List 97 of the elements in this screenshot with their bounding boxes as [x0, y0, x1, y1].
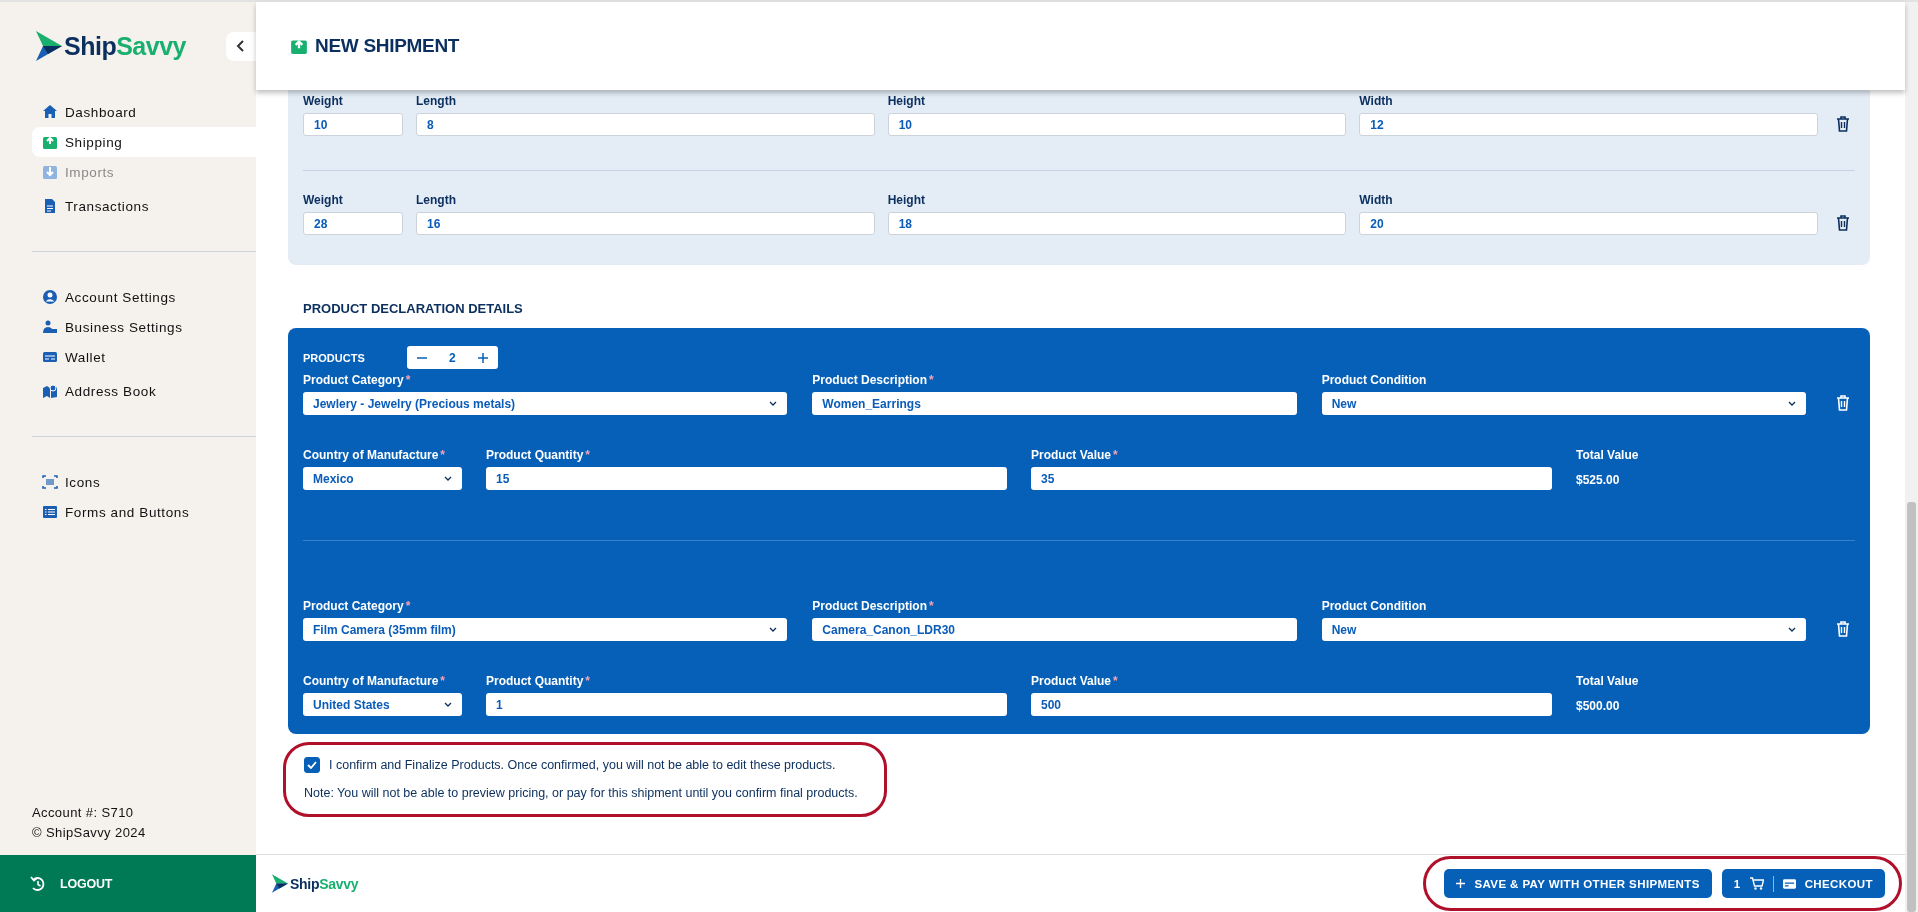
chevron-down-icon — [1788, 401, 1796, 406]
chevron-down-icon — [444, 476, 452, 481]
field-label: Weight — [303, 193, 344, 207]
products-label: PRODUCTS — [303, 351, 365, 364]
dropdown[interactable]: Jewlery - Jewelry (Precious metals) — [303, 392, 788, 415]
nav-item[interactable]: Shipping — [32, 127, 256, 157]
plus-icon[interactable] — [477, 352, 488, 363]
nav-item[interactable]: Address Book — [32, 376, 256, 406]
chevron-down-icon — [769, 627, 778, 632]
total-label: Total Value — [1576, 448, 1640, 462]
text-field[interactable]: 8 — [416, 113, 875, 136]
field-label: Width — [1359, 193, 1394, 207]
logo-text: ShipSavvy — [64, 31, 186, 61]
logo-text: ShipSavvy — [290, 875, 359, 892]
logo-mark-icon — [36, 31, 62, 61]
dropdown[interactable]: New — [1321, 618, 1806, 641]
dropdown[interactable]: Mexico — [303, 467, 462, 490]
collapse-button[interactable] — [226, 31, 256, 61]
text-field[interactable]: 20 — [1359, 212, 1818, 235]
document-icon — [42, 198, 58, 214]
nav-item[interactable]: Account Settings — [32, 282, 256, 312]
text-field[interactable]: 12 — [1359, 113, 1818, 136]
field-label: Height — [887, 193, 926, 207]
text-field[interactable]: 16 — [416, 212, 875, 235]
logout-icon — [30, 875, 46, 892]
section-title: PRODUCT DECLARATION DETAILS — [303, 301, 524, 316]
field-label: Product Value * — [1031, 448, 1119, 462]
field-label: Country of Manufacture * — [303, 448, 446, 462]
checkmark-icon — [307, 761, 317, 769]
field-label: Country of Manufacture * — [303, 674, 446, 688]
field-label: Product Quantity * — [486, 674, 591, 688]
package-icon — [290, 37, 308, 55]
text-field[interactable]: 28 — [303, 212, 403, 235]
card-icon — [1782, 878, 1796, 889]
nav-item[interactable]: Dashboard — [32, 97, 256, 127]
nav-item[interactable]: Icons — [32, 467, 256, 497]
text-field[interactable]: 18 — [887, 212, 1347, 235]
chevron-down-icon — [1788, 627, 1796, 632]
text-field[interactable]: 1 — [486, 693, 1007, 716]
dropdown[interactable]: New — [1321, 392, 1806, 415]
field-label: Product Category * — [303, 373, 412, 387]
save-button[interactable]: SAVE & PAY WITH OTHER SHIPMENTS — [1444, 869, 1712, 898]
checkbox[interactable] — [304, 757, 320, 773]
account-number: Account #: S710 — [31, 804, 135, 822]
plus-icon — [1456, 879, 1466, 888]
logo-mark-icon — [272, 874, 288, 893]
card-icon — [42, 349, 58, 365]
note-text: Note: You will not be able to preview pricing, or pay for this shipment until you confirm final products. — [304, 786, 858, 800]
person-icon — [42, 319, 58, 335]
total-value: $525.00 — [1576, 473, 1621, 487]
dropdown[interactable]: Film Camera (35mm film) — [303, 618, 788, 641]
trash-icon[interactable] — [1836, 215, 1850, 231]
copyright-text: © ShipSavvy 2024 — [31, 824, 147, 842]
chevron-down-icon — [769, 401, 778, 406]
user-icon — [42, 289, 58, 305]
list-icon — [42, 504, 58, 520]
total-value: $500.00 — [1576, 699, 1621, 713]
barcode-icon — [42, 474, 58, 490]
field-label: Product Description * — [812, 373, 935, 387]
field-label: Length — [416, 94, 457, 108]
field-label: Product Value * — [1031, 674, 1119, 688]
home-icon — [42, 104, 58, 120]
text-field[interactable]: 35 — [1031, 467, 1552, 490]
nav-item[interactable]: Transactions — [32, 191, 256, 221]
nav-item[interactable]: Forms and Buttons — [32, 497, 256, 527]
package-icon — [42, 134, 58, 150]
field-label: Width — [1359, 94, 1394, 108]
stepper-value: 2 — [448, 350, 456, 365]
nav-item[interactable]: Business Settings — [32, 312, 256, 342]
text-field[interactable]: 500 — [1031, 693, 1552, 716]
total-label: Total Value — [1576, 674, 1640, 688]
text-field[interactable]: Women_Earrings — [812, 392, 1297, 415]
checkbox-label: I confirm and Finalize Products. Once confirmed, you will not be able to edit these products. — [329, 758, 836, 772]
field-label: Product Description * — [812, 599, 935, 613]
field-label: Product Quantity * — [486, 448, 591, 462]
quantity-stepper[interactable]: 2 — [406, 346, 498, 369]
dropdown[interactable]: United States — [303, 693, 462, 716]
chevron-down-icon — [444, 702, 452, 707]
field-label: Length — [416, 193, 457, 207]
field-label: Product Category * — [303, 599, 412, 613]
field-label: Height — [887, 94, 926, 108]
field-label: Product Condition — [1321, 599, 1428, 613]
page-title: NEW SHIPMENT — [315, 35, 460, 57]
nav-item[interactable]: Wallet — [32, 342, 256, 372]
trash-icon[interactable] — [1836, 116, 1850, 132]
package-icon — [42, 164, 58, 180]
field-label: Weight — [303, 94, 344, 108]
text-field[interactable]: 10 — [887, 113, 1347, 136]
text-field[interactable]: 15 — [486, 467, 1007, 490]
field-label: Product Condition — [1321, 373, 1428, 387]
text-field[interactable]: Camera_Canon_LDR30 — [812, 618, 1297, 641]
map-icon — [42, 383, 58, 399]
logout-button[interactable]: LOGOUT — [0, 855, 256, 912]
checkout-button[interactable]: 1 CHECKOUT — [1721, 869, 1885, 898]
chevron-left-icon — [236, 40, 246, 52]
text-field[interactable]: 10 — [303, 113, 403, 136]
cart-icon — [1749, 877, 1764, 890]
